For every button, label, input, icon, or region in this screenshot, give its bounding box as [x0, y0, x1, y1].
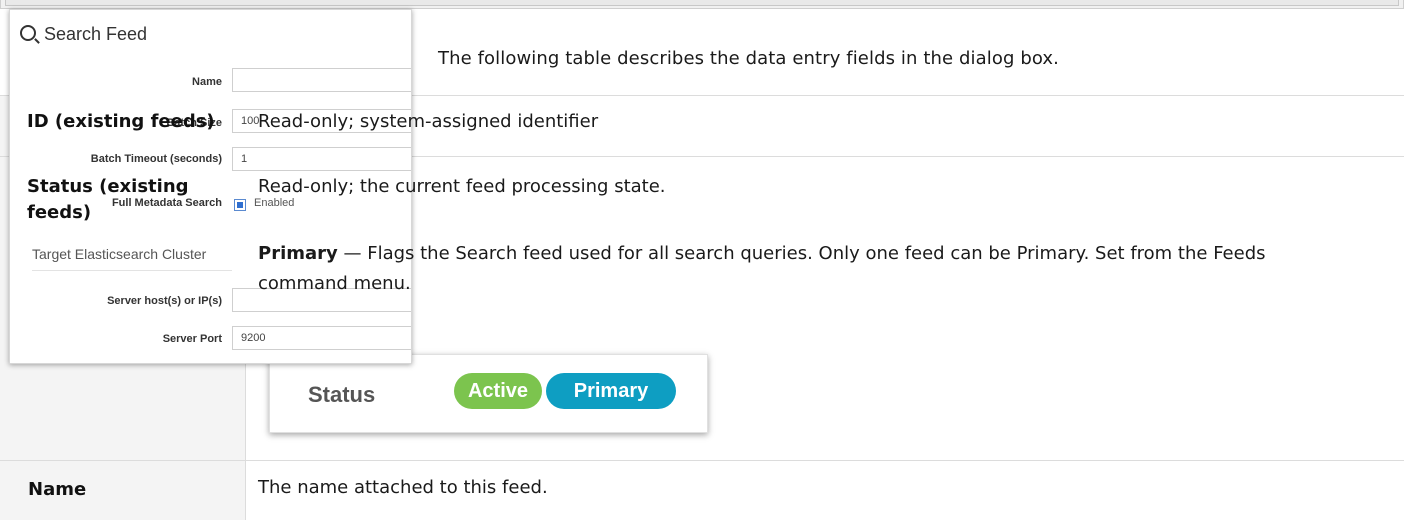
dialog-title: Search Feed — [20, 24, 147, 45]
enabled-checkbox[interactable] — [234, 199, 246, 211]
status-label: Status — [308, 382, 376, 407]
batch-timeout-label: Batch Timeout (seconds) — [90, 153, 222, 165]
intro-text: The following table describes the data e… — [438, 48, 1059, 69]
active-badge: Active — [454, 373, 542, 409]
name-field[interactable] — [232, 68, 411, 92]
primary-term: Primary — [258, 243, 338, 264]
top-border-inner — [5, 0, 1399, 6]
status-value-text: Read-only; the current feed processing s… — [258, 176, 666, 197]
id-key-label: ID (existing feeds) — [27, 111, 215, 132]
primary-desc-line1: — Flags the Search feed used for all sea… — [337, 243, 1266, 264]
primary-badge: Primary — [546, 373, 676, 409]
primary-desc-line2: command menu. — [258, 273, 411, 294]
status-badges-image: Status Active Primary — [269, 354, 708, 433]
section-divider — [32, 270, 232, 271]
server-host-label: Server host(s) or IP(s) — [107, 295, 222, 307]
table-row-name — [0, 460, 1404, 520]
name-value-text: The name attached to this feed. — [258, 477, 548, 498]
top-border — [0, 0, 1404, 9]
search-icon — [20, 25, 36, 41]
server-port-label: Server Port — [162, 333, 222, 345]
batch-timeout-field[interactable] — [232, 147, 411, 171]
name-key-label: Name — [28, 479, 87, 500]
server-port-field[interactable] — [232, 326, 411, 350]
primary-description: Primary — Flags the Search feed used for… — [258, 241, 1266, 267]
status-key-label-line2: feeds) — [27, 202, 92, 223]
name-field-label: Name — [192, 76, 222, 88]
status-key-label-line1: Status (existing — [27, 176, 189, 197]
dialog-title-text: Search Feed — [44, 24, 148, 44]
id-value-text: Read-only; system-assigned identifier — [258, 111, 599, 132]
cluster-section-title: Target Elasticsearch Cluster — [32, 246, 207, 262]
